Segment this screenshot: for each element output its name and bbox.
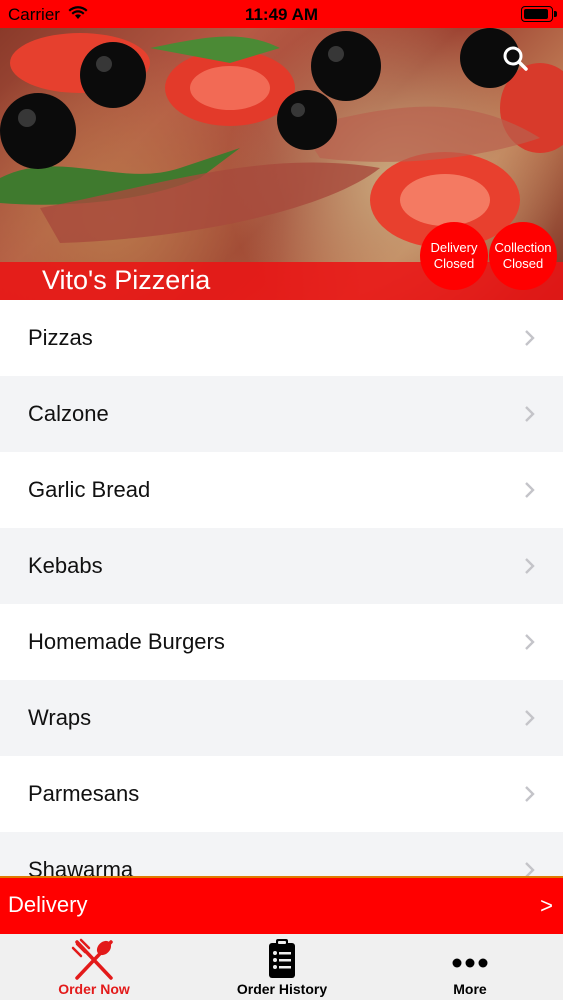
restaurant-header: Vito's Pizzeria Delivery Closed Collecti… xyxy=(0,28,563,300)
menu-category-label: Shawarma xyxy=(28,857,134,876)
delivery-status-badge: Delivery Closed xyxy=(420,222,488,290)
menu-category-item[interactable]: Homemade Burgers xyxy=(0,604,563,680)
battery-icon xyxy=(521,6,557,22)
fork-knife-icon xyxy=(71,938,113,980)
delivery-badge-line1: Delivery xyxy=(430,240,478,255)
delivery-mode-label: Delivery xyxy=(8,892,88,917)
menu-category-label: Calzone xyxy=(28,401,109,426)
tab-more-label: More xyxy=(453,981,487,997)
menu-category-item[interactable]: Pizzas xyxy=(0,300,563,376)
menu-category-item[interactable]: Wraps xyxy=(0,680,563,756)
chevron-right-icon xyxy=(525,330,535,346)
menu-category-label: Pizzas xyxy=(28,325,93,350)
restaurant-name: Vito's Pizzeria xyxy=(42,265,211,295)
chevron-right-icon xyxy=(525,710,535,726)
menu-category-item[interactable]: Kebabs xyxy=(0,528,563,604)
delivery-mode-button[interactable]: Delivery > xyxy=(0,876,563,934)
chevron-right-icon xyxy=(525,482,535,498)
chevron-right-icon xyxy=(525,558,535,574)
chevron-right-icon xyxy=(525,634,535,650)
search-icon[interactable] xyxy=(499,42,533,76)
tab-order-now[interactable]: Order Now xyxy=(0,934,188,1000)
menu-category-label: Wraps xyxy=(28,705,92,730)
tab-order-history-label: Order History xyxy=(236,981,328,997)
status-bar: Carrier 11:49 AM xyxy=(0,0,563,28)
tab-order-history[interactable]: Order History xyxy=(188,934,376,1000)
tab-bar: Order Now Order History More xyxy=(0,934,563,1000)
collection-status-badge: Collection Closed xyxy=(489,222,557,290)
chevron-right-icon xyxy=(525,406,535,422)
menu-category-label: Kebabs xyxy=(28,553,103,578)
collection-badge-line1: Collection xyxy=(494,240,552,255)
chevron-right-icon xyxy=(525,786,535,802)
menu-category-item[interactable]: Calzone xyxy=(0,376,563,452)
menu-category-label: Homemade Burgers xyxy=(28,629,225,654)
menu-category-list[interactable]: Pizzas Calzone Garlic Bread Kebabs Homem… xyxy=(0,300,563,876)
tab-order-now-label: Order Now xyxy=(58,981,130,997)
clock: 11:49 AM xyxy=(244,5,319,24)
menu-category-label: Parmesans xyxy=(28,781,140,806)
menu-category-item[interactable]: Parmesans xyxy=(0,756,563,832)
chevron-right-icon: > xyxy=(540,893,553,918)
clipboard-list-icon xyxy=(269,939,295,978)
menu-category-item[interactable]: Shawarma xyxy=(0,832,563,876)
delivery-badge-line2: Closed xyxy=(433,256,475,271)
collection-badge-line2: Closed xyxy=(502,256,544,271)
more-dots-icon xyxy=(452,958,488,968)
menu-category-label: Garlic Bread xyxy=(28,477,151,502)
chevron-right-icon xyxy=(525,862,535,876)
tab-more[interactable]: More xyxy=(376,934,563,1000)
menu-category-item[interactable]: Garlic Bread xyxy=(0,452,563,528)
